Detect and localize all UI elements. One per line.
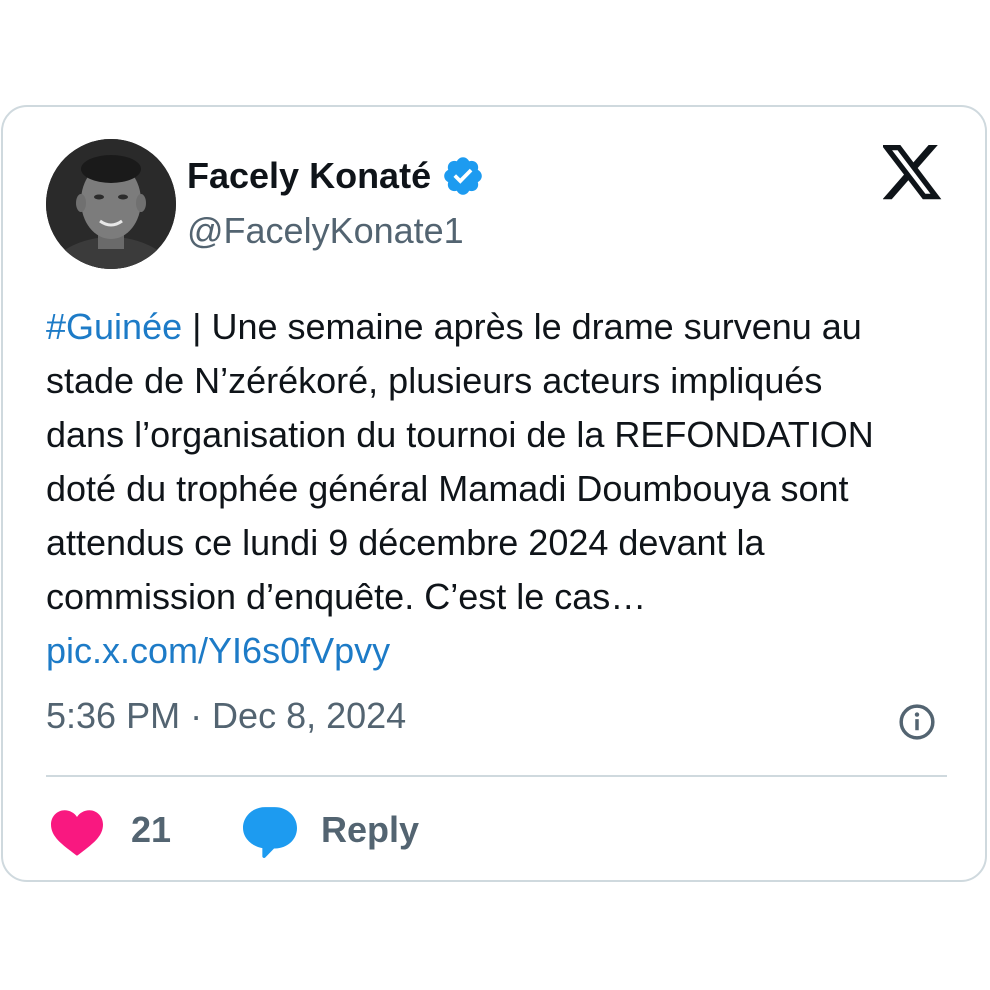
media-link[interactable]: pic.x.com/YI6s0fVpvy [46, 624, 951, 678]
tweet-line-6: commission d’enquête. C’est le cas… [46, 576, 647, 617]
avatar[interactable] [46, 139, 176, 269]
info-icon[interactable] [898, 703, 936, 741]
heart-icon[interactable] [51, 810, 103, 856]
tweet-text: #Guinée | Une semaine après le drame sur… [46, 300, 951, 678]
tweet-line-4: doté du trophée général Mamadi Doumbouya… [46, 468, 849, 509]
author-row: Facely Konaté [187, 152, 485, 200]
tweet-timestamp[interactable]: 5:36 PM · Dec 8, 2024 [46, 695, 406, 737]
divider [46, 775, 947, 777]
hashtag-link[interactable]: #Guinée [46, 306, 182, 347]
author-name[interactable]: Facely Konaté [187, 155, 431, 197]
tweet-line-2: stade de N’zérékoré, plusieurs acteurs i… [46, 360, 823, 401]
like-count[interactable]: 21 [131, 809, 171, 851]
reply-button[interactable]: Reply [321, 809, 419, 851]
tweet-line-3: dans l’organisation du tournoi de la REF… [46, 414, 874, 455]
reply-bubble-icon[interactable] [243, 807, 297, 859]
tweet-line-1: #Guinée | Une semaine après le drame sur… [46, 300, 951, 354]
x-logo-icon[interactable] [881, 145, 943, 201]
tweet-line-5: attendus ce lundi 9 décembre 2024 devant… [46, 522, 765, 563]
tweet-card: Facely Konaté @FacelyKonate1 #Guinée | U… [1, 105, 987, 882]
author-handle[interactable]: @FacelyKonate1 [187, 210, 464, 252]
verified-badge-icon [441, 154, 485, 198]
tweet-line-text: | Une semaine après le drame survenu au [182, 306, 862, 347]
